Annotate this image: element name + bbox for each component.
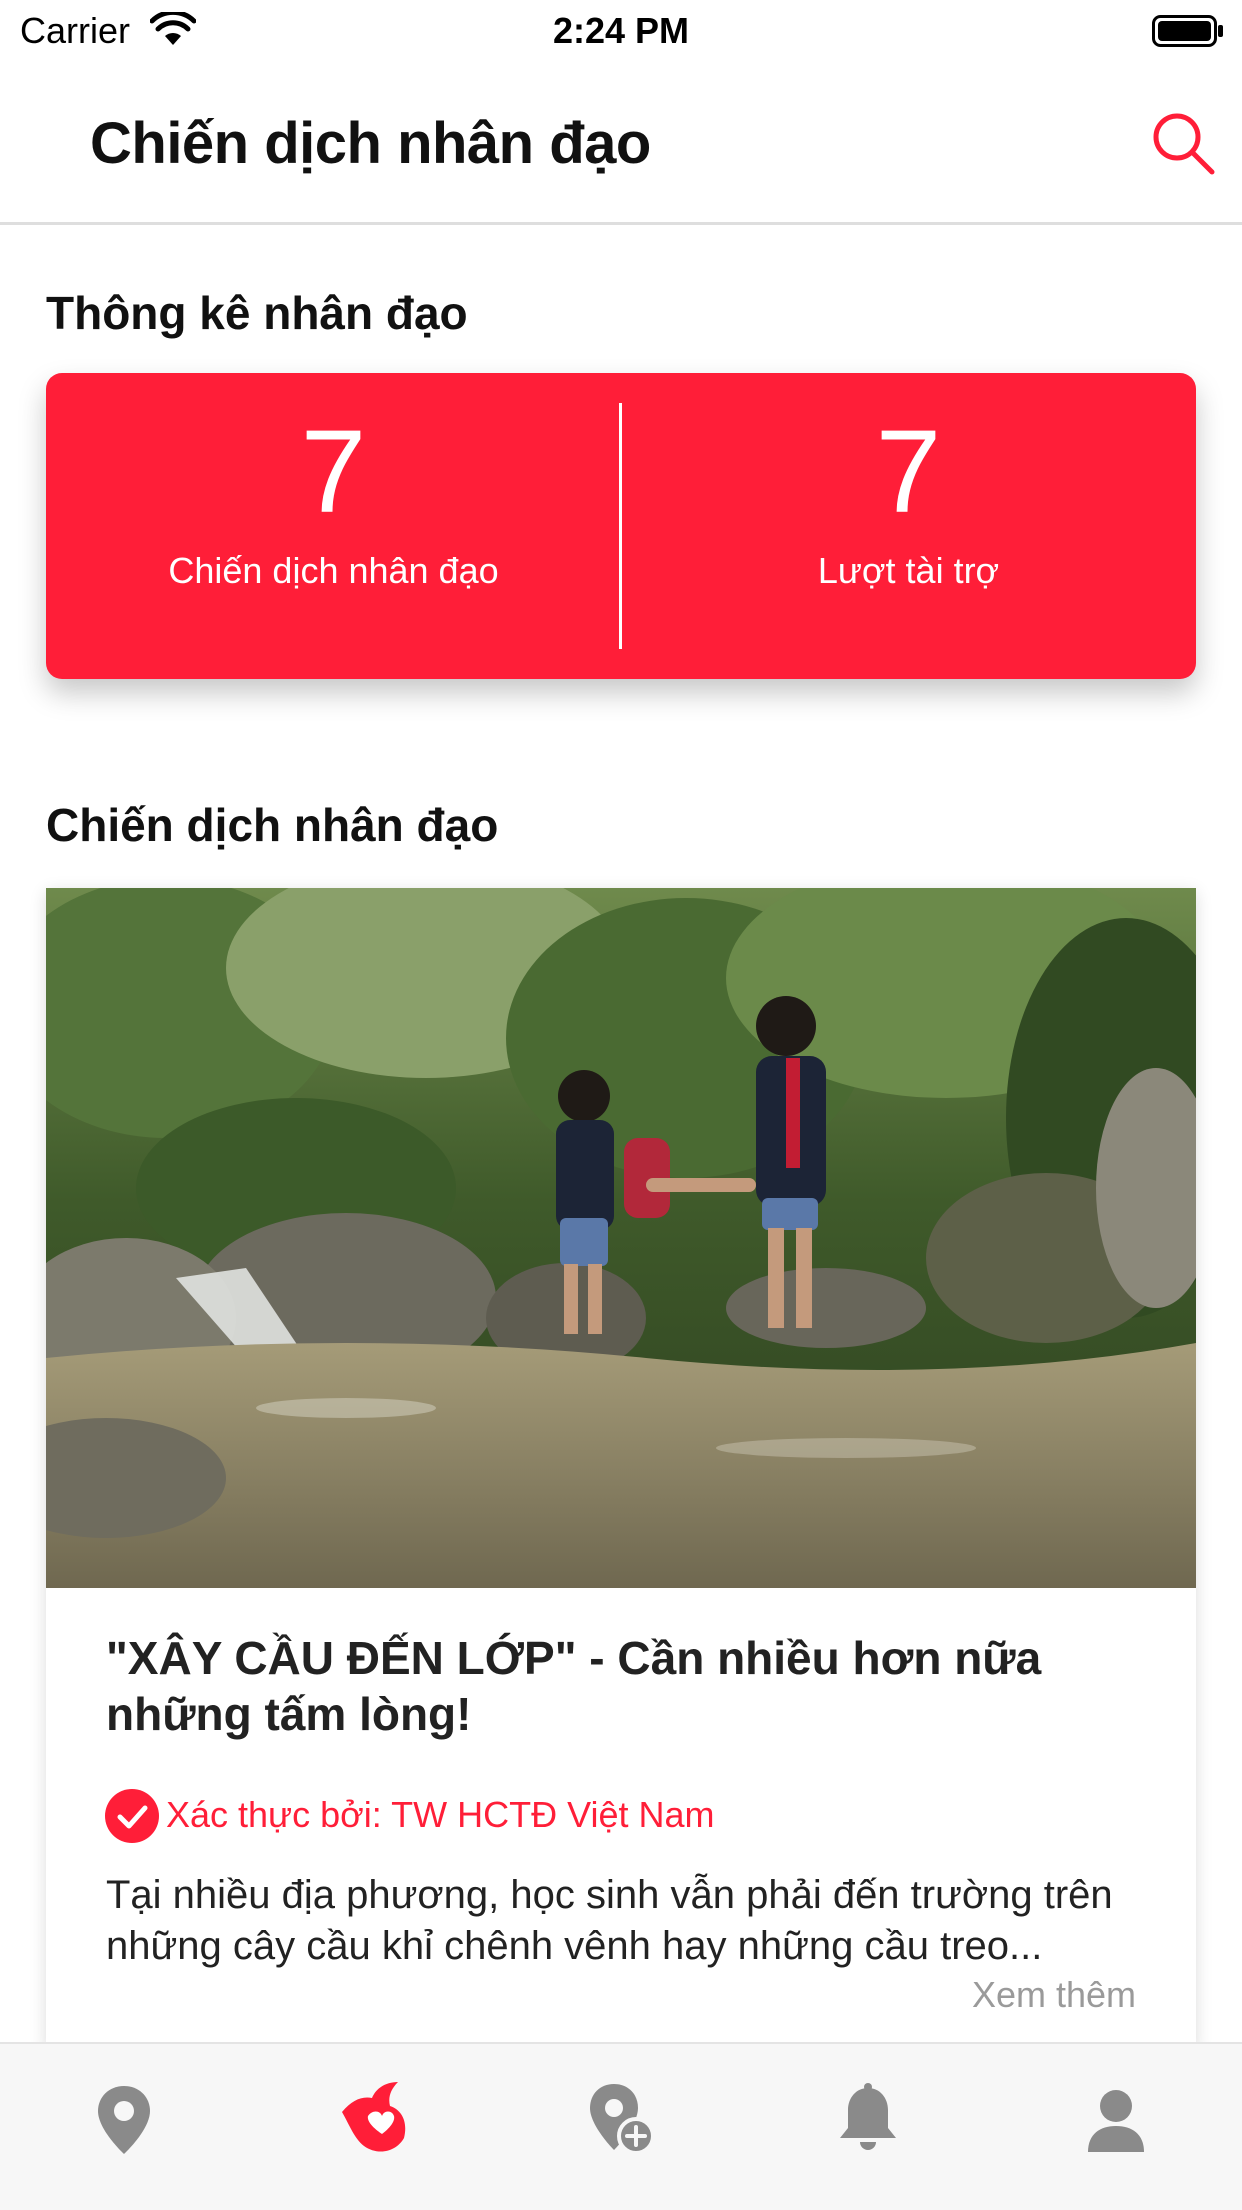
tab-campaigns[interactable] [248, 2044, 496, 2210]
campaign-image [46, 888, 1196, 1588]
verified-check-icon [105, 1789, 159, 1843]
stat-campaigns: 7 Chiến dịch nhân đạo [46, 373, 621, 679]
stat-donations: 7 Lượt tài trợ [621, 373, 1196, 679]
campaign-description: Tại nhiều địa phương, học sinh vẫn phải … [106, 1873, 1113, 1969]
tab-notifications[interactable] [744, 2044, 992, 2210]
add-location-icon [590, 2084, 655, 2155]
tab-bar [0, 2042, 1242, 2210]
stat-donations-value: 7 [875, 406, 942, 538]
search-icon[interactable] [1148, 108, 1218, 178]
stats-section-title: Thông kê nhân đạo [46, 287, 468, 339]
campaign-card[interactable]: "XÂY CẦU ĐẾN LỚP" - Cần nhiều hơn nữa nh… [46, 888, 1196, 2048]
profile-icon [1088, 2090, 1144, 2152]
see-more-link[interactable]: Xem thêm [972, 1974, 1136, 2016]
tab-map[interactable] [0, 2044, 248, 2210]
stats-card: 7 Chiến dịch nhân đạo 7 Lượt tài trợ [46, 373, 1196, 679]
red-cross-heart-icon [342, 2082, 406, 2152]
tab-add-location[interactable] [496, 2044, 744, 2210]
tab-profile[interactable] [992, 2044, 1240, 2210]
map-pin-icon [98, 2086, 150, 2154]
page-title: Chiến dịch nhân đạo [90, 111, 651, 176]
stat-campaigns-label: Chiến dịch nhân đạo [168, 550, 499, 591]
campaigns-section-title: Chiến dịch nhân đạo [46, 799, 499, 851]
campaign-title[interactable]: "XÂY CẦU ĐẾN LỚP" - Cần nhiều hơn nữa nh… [106, 1630, 1136, 1742]
navigation-bar: Chiến dịch nhân đạo [0, 60, 1242, 225]
stat-campaigns-value: 7 [300, 406, 367, 538]
status-bar: Carrier 2:24 PM [0, 0, 1242, 60]
verified-text: Xác thực bởi: TW HCTĐ Việt Nam [166, 1794, 715, 1835]
stat-donations-label: Lượt tài trợ [817, 550, 1000, 591]
battery-icon [1152, 15, 1223, 47]
clock-label: 2:24 PM [552, 10, 690, 51]
bell-icon [840, 2083, 896, 2150]
